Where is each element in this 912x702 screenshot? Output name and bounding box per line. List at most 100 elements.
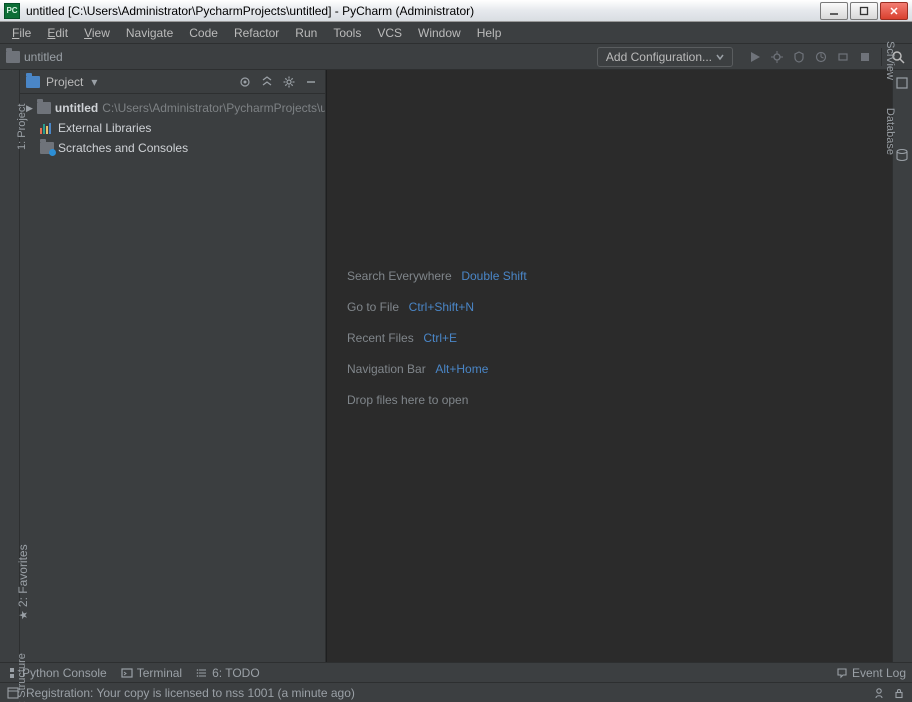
external-libraries-label: External Libraries bbox=[58, 121, 151, 135]
menu-code[interactable]: Code bbox=[181, 22, 226, 43]
menu-refactor[interactable]: Refactor bbox=[226, 22, 287, 43]
folder-icon bbox=[6, 51, 20, 63]
panel-settings-button[interactable] bbox=[281, 74, 297, 90]
menu-vcs-label: VCS bbox=[377, 26, 402, 40]
run-button[interactable] bbox=[747, 49, 763, 65]
menu-window[interactable]: Window bbox=[410, 22, 469, 43]
hint-recent-label: Recent Files bbox=[347, 331, 414, 345]
rail-tab-database[interactable]: Database bbox=[884, 108, 896, 155]
hint-search-kbd: Double Shift bbox=[461, 269, 526, 283]
minimize-icon bbox=[829, 6, 839, 16]
rail-tab-sciview[interactable]: SciView bbox=[884, 41, 896, 80]
tree-root-path: C:\Users\Administrator\PycharmProjects\u bbox=[102, 101, 325, 115]
rail-favorites-label: 2: Favorites bbox=[16, 544, 30, 607]
right-tool-rail: SciView Database bbox=[892, 70, 912, 662]
target-icon bbox=[239, 76, 251, 88]
menu-view[interactable]: View bbox=[76, 22, 118, 43]
hint-goto-label: Go to File bbox=[347, 300, 399, 314]
status-bar: Registration: Your copy is licensed to n… bbox=[0, 682, 912, 702]
close-button[interactable] bbox=[880, 2, 908, 20]
play-icon bbox=[749, 51, 761, 63]
debug-button[interactable] bbox=[769, 49, 785, 65]
hint-navbar-kbd: Alt+Home bbox=[435, 362, 488, 376]
menu-vcs[interactable]: VCS bbox=[369, 22, 410, 43]
maximize-button[interactable] bbox=[850, 2, 878, 20]
menu-help[interactable]: Help bbox=[469, 22, 510, 43]
lock-indicator[interactable] bbox=[892, 686, 906, 700]
menu-file[interactable]: File bbox=[4, 22, 39, 43]
menu-navigate[interactable]: Navigate bbox=[118, 22, 181, 43]
hint-recent-files: Recent Files Ctrl+E bbox=[347, 330, 872, 345]
project-tree: ▶ untitledC:\Users\Administrator\Pycharm… bbox=[20, 94, 325, 162]
hint-drop-files: Drop files here to open bbox=[347, 392, 872, 407]
rail-tab-project[interactable]: 1: Project bbox=[16, 104, 28, 150]
breadcrumb[interactable]: untitled bbox=[6, 50, 63, 64]
status-message: Registration: Your copy is licensed to n… bbox=[26, 686, 355, 700]
toolwindow-todo[interactable]: 6: TODO bbox=[196, 666, 260, 680]
hint-recent-kbd: Ctrl+E bbox=[423, 331, 457, 345]
project-panel-header: Project ▾ bbox=[20, 70, 325, 94]
editor-area[interactable]: Search Everywhere Double Shift Go to Fil… bbox=[326, 70, 892, 662]
run-with-coverage-button[interactable] bbox=[791, 49, 807, 65]
bottom-tool-bar: Python Console Terminal 6: TODO Event Lo… bbox=[0, 662, 912, 682]
project-header-folder-icon bbox=[26, 76, 40, 88]
minimize-button[interactable] bbox=[820, 2, 848, 20]
hector-inspector-button[interactable] bbox=[872, 686, 886, 700]
sciview-icon bbox=[895, 76, 909, 90]
menu-bar: File Edit View Navigate Code Refactor Ru… bbox=[0, 22, 912, 44]
menu-edit[interactable]: Edit bbox=[39, 22, 76, 43]
hint-drop-label: Drop files here to open bbox=[347, 393, 468, 407]
left-tool-rail: 1: Project ★ 2: Favorites 7: Structure bbox=[0, 70, 20, 662]
add-configuration-label: Add Configuration... bbox=[606, 50, 712, 64]
database-icon bbox=[895, 148, 909, 162]
tree-root-name: untitled bbox=[55, 101, 98, 115]
hint-goto-file: Go to File Ctrl+Shift+N bbox=[347, 299, 872, 314]
tree-node-external-libraries[interactable]: External Libraries bbox=[20, 118, 325, 138]
stop-icon bbox=[860, 52, 870, 62]
menu-file-label: File bbox=[12, 26, 31, 40]
menu-view-label: View bbox=[84, 26, 110, 40]
inspector-icon bbox=[873, 687, 885, 699]
toolbar: untitled Add Configuration... bbox=[0, 44, 912, 70]
profile-icon bbox=[815, 51, 827, 63]
hint-navbar-label: Navigation Bar bbox=[347, 362, 426, 376]
hint-search-label: Search Everywhere bbox=[347, 269, 452, 283]
menu-run-label: Run bbox=[295, 26, 317, 40]
menu-tools[interactable]: Tools bbox=[325, 22, 369, 43]
todo-label: 6: TODO bbox=[212, 666, 260, 680]
rail-tab-favorites[interactable]: ★ 2: Favorites bbox=[16, 544, 30, 620]
collapse-all-button[interactable] bbox=[259, 74, 275, 90]
profile-button[interactable] bbox=[813, 49, 829, 65]
tree-node-project-root[interactable]: ▶ untitledC:\Users\Administrator\Pycharm… bbox=[20, 98, 325, 118]
tree-node-scratches[interactable]: Scratches and Consoles bbox=[20, 138, 325, 158]
hint-search-everywhere: Search Everywhere Double Shift bbox=[347, 268, 872, 283]
scratches-label: Scratches and Consoles bbox=[58, 141, 188, 155]
toolwindow-event-log[interactable]: Event Log bbox=[836, 666, 906, 680]
toolwindow-terminal[interactable]: Terminal bbox=[121, 666, 182, 680]
project-view-chevron-icon[interactable]: ▾ bbox=[91, 75, 97, 89]
attach-button[interactable] bbox=[835, 49, 851, 65]
libraries-icon bbox=[40, 122, 54, 134]
toolbar-separator bbox=[881, 48, 882, 66]
project-tool-window: Project ▾ ▶ untitledC:\Users\Administrat… bbox=[20, 70, 326, 662]
add-configuration-button[interactable]: Add Configuration... bbox=[597, 47, 733, 67]
menu-run[interactable]: Run bbox=[287, 22, 325, 43]
stop-button[interactable] bbox=[857, 49, 873, 65]
gear-icon bbox=[283, 76, 295, 88]
bug-icon bbox=[771, 51, 783, 63]
menu-code-label: Code bbox=[189, 26, 218, 40]
tree-root-label: untitled C:\Users\Administrator\PycharmPr… bbox=[55, 101, 325, 115]
menu-navigate-label: Navigate bbox=[126, 26, 173, 40]
hint-navigation-bar: Navigation Bar Alt+Home bbox=[347, 361, 872, 376]
pycharm-app-icon bbox=[4, 3, 20, 19]
project-panel-title[interactable]: Project bbox=[46, 75, 83, 89]
window-titlebar: untitled [C:\Users\Administrator\Pycharm… bbox=[0, 0, 912, 22]
work-area: 1: Project ★ 2: Favorites 7: Structure P… bbox=[0, 70, 912, 662]
locate-button[interactable] bbox=[237, 74, 253, 90]
hide-panel-button[interactable] bbox=[303, 74, 319, 90]
editor-empty-hints: Search Everywhere Double Shift Go to Fil… bbox=[347, 268, 872, 423]
menu-window-label: Window bbox=[418, 26, 461, 40]
python-console-label: Python Console bbox=[22, 666, 107, 680]
run-toolbar bbox=[747, 48, 906, 66]
rail-tab-structure[interactable]: 7: Structure bbox=[16, 653, 28, 702]
